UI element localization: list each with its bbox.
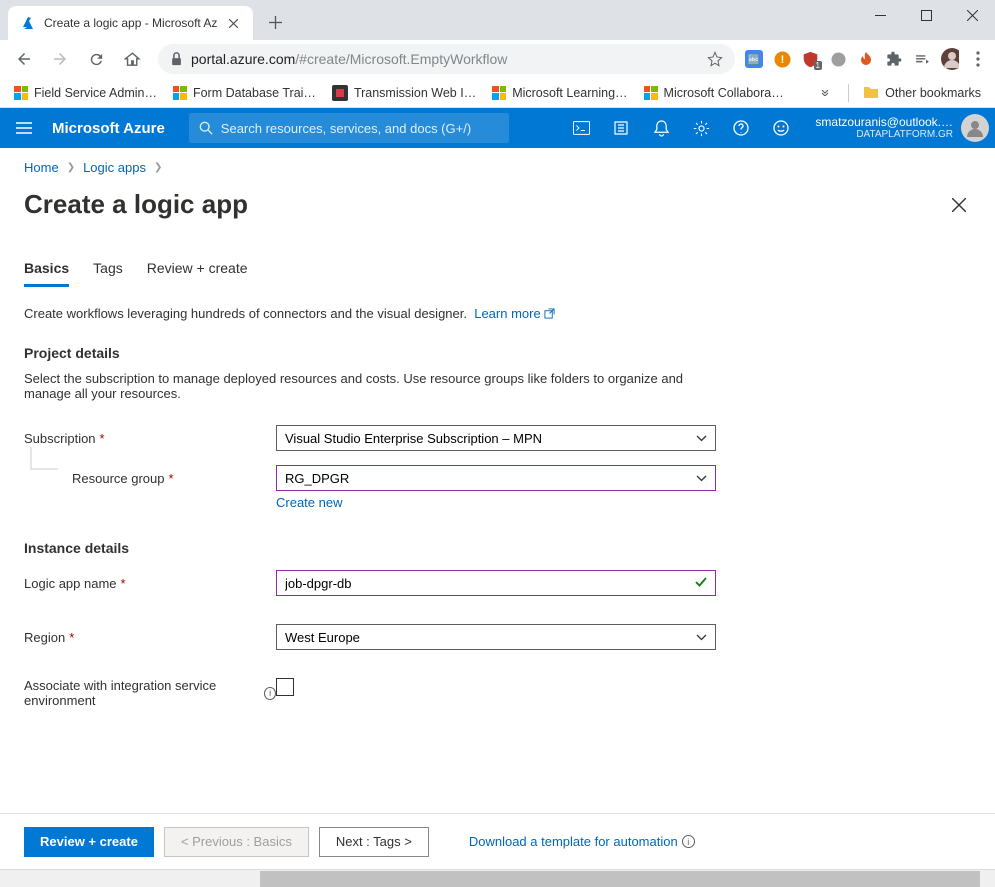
ise-checkbox[interactable]: [276, 678, 294, 696]
transmission-icon: [332, 85, 348, 101]
lock-icon: [170, 52, 183, 66]
horizontal-scrollbar[interactable]: [0, 869, 995, 887]
page-title: Create a logic app: [24, 189, 248, 220]
region-label: Region *: [24, 624, 276, 645]
chevron-down-icon: [696, 475, 707, 482]
tab-close-icon[interactable]: [225, 15, 241, 31]
check-icon: [694, 575, 708, 589]
search-placeholder: Search resources, services, and docs (G+…: [221, 121, 471, 136]
download-template-link[interactable]: Download a template for automation i: [469, 834, 695, 849]
previous-button: < Previous : Basics: [164, 827, 309, 857]
folder-icon: [863, 85, 879, 101]
logic-app-name-label: Logic app name *: [24, 570, 276, 591]
ms-icon: [644, 86, 658, 100]
logic-app-name-input[interactable]: [276, 570, 716, 596]
feedback-icon[interactable]: [761, 108, 801, 148]
bookmarks-overflow[interactable]: [814, 86, 840, 100]
account-button[interactable]: smatzouranis@outlook.… DATAPLATFORM.GR: [801, 114, 995, 142]
breadcrumb-home[interactable]: Home: [24, 160, 59, 175]
breadcrumb: Home ❯ Logic apps ❯: [24, 160, 971, 175]
help-icon[interactable]: [721, 108, 761, 148]
project-details-desc: Select the subscription to manage deploy…: [24, 371, 704, 401]
scrollbar-thumb[interactable]: [260, 871, 980, 887]
tab-review[interactable]: Review + create: [147, 260, 248, 287]
user-avatar-icon: [961, 114, 989, 142]
ext-playlist-icon[interactable]: [913, 50, 931, 68]
create-new-link[interactable]: Create new: [276, 495, 342, 510]
region-select[interactable]: West Europe: [276, 624, 716, 650]
window-close[interactable]: [949, 0, 995, 30]
next-button[interactable]: Next : Tags >: [319, 827, 429, 857]
instance-details-heading: Instance details: [24, 540, 971, 556]
info-icon[interactable]: i: [682, 835, 695, 848]
notifications-icon[interactable]: [641, 108, 681, 148]
chevron-down-icon: [696, 634, 707, 641]
tab-basics[interactable]: Basics: [24, 260, 69, 287]
menu-button[interactable]: [0, 108, 48, 148]
azure-search[interactable]: Search resources, services, and docs (G+…: [189, 113, 509, 143]
window-minimize[interactable]: [857, 0, 903, 30]
ms-icon: [14, 86, 28, 100]
ext-warning-icon[interactable]: !: [773, 50, 791, 68]
tab-title: Create a logic app - Microsoft Az: [44, 16, 217, 30]
project-details-heading: Project details: [24, 345, 971, 361]
review-create-button[interactable]: Review + create: [24, 827, 154, 857]
extensions-icon[interactable]: [885, 50, 903, 68]
resource-group-label: Resource group *: [24, 465, 276, 486]
ext-fire-icon[interactable]: [857, 50, 875, 68]
reload-button[interactable]: [80, 43, 112, 75]
subscription-select[interactable]: Visual Studio Enterprise Subscription – …: [276, 425, 716, 451]
ext-gray-icon[interactable]: [829, 50, 847, 68]
svg-text:🔤: 🔤: [748, 53, 760, 66]
profile-avatar[interactable]: [941, 50, 959, 68]
chevron-right-icon: ❯: [154, 162, 162, 173]
other-bookmarks[interactable]: Other bookmarks: [857, 81, 987, 105]
back-button[interactable]: [8, 43, 40, 75]
ise-label: Associate with integration service envir…: [24, 678, 276, 708]
chevron-right-icon: ❯: [67, 162, 75, 173]
wizard-footer: Review + create < Previous : Basics Next…: [0, 813, 995, 869]
kebab-menu-icon[interactable]: [969, 50, 987, 68]
page-description: Create workflows leveraging hundreds of …: [24, 306, 971, 321]
bookmark-item[interactable]: Microsoft Collabora…: [638, 82, 790, 104]
azure-brand[interactable]: Microsoft Azure: [48, 120, 181, 137]
search-icon: [199, 121, 213, 135]
ext-shield-icon[interactable]: 1: [801, 50, 819, 68]
info-icon[interactable]: i: [264, 687, 276, 700]
account-org: DATAPLATFORM.GR: [815, 129, 953, 141]
bookmark-item[interactable]: Form Database Trai…: [167, 82, 322, 104]
address-bar[interactable]: portal.azure.com/#create/Microsoft.Empty…: [158, 44, 735, 74]
home-button[interactable]: [116, 43, 148, 75]
browser-tab[interactable]: Create a logic app - Microsoft Az: [8, 6, 253, 40]
ms-icon: [173, 86, 187, 100]
account-email: smatzouranis@outlook.…: [815, 115, 953, 129]
bookmark-item[interactable]: Field Service Admin…: [8, 82, 163, 104]
window-maximize[interactable]: [903, 0, 949, 30]
settings-icon[interactable]: [681, 108, 721, 148]
forward-button[interactable]: [44, 43, 76, 75]
chevron-down-icon: [696, 435, 707, 442]
bookmark-item[interactable]: Transmission Web I…: [326, 81, 482, 105]
azure-top-bar: Microsoft Azure Search resources, servic…: [0, 108, 995, 148]
svg-text:!: !: [780, 54, 784, 66]
bookmark-item[interactable]: Microsoft Learning…: [486, 82, 633, 104]
breadcrumb-logic-apps[interactable]: Logic apps: [83, 160, 146, 175]
tab-tags[interactable]: Tags: [93, 260, 123, 287]
subscription-label: Subscription *: [24, 425, 276, 446]
url-text: portal.azure.com/#create/Microsoft.Empty…: [191, 51, 699, 67]
resource-group-select[interactable]: RG_DPGR: [276, 465, 716, 491]
new-tab-button[interactable]: [261, 8, 289, 36]
azure-favicon: [20, 15, 36, 31]
directory-icon[interactable]: [601, 108, 641, 148]
cloud-shell-icon[interactable]: [561, 108, 601, 148]
close-button[interactable]: [947, 193, 971, 217]
wizard-tabs: Basics Tags Review + create: [24, 260, 971, 288]
star-icon[interactable]: [707, 51, 723, 67]
translate-icon[interactable]: 🔤: [745, 50, 763, 68]
ms-icon: [492, 86, 506, 100]
learn-more-link[interactable]: Learn more: [474, 306, 555, 321]
